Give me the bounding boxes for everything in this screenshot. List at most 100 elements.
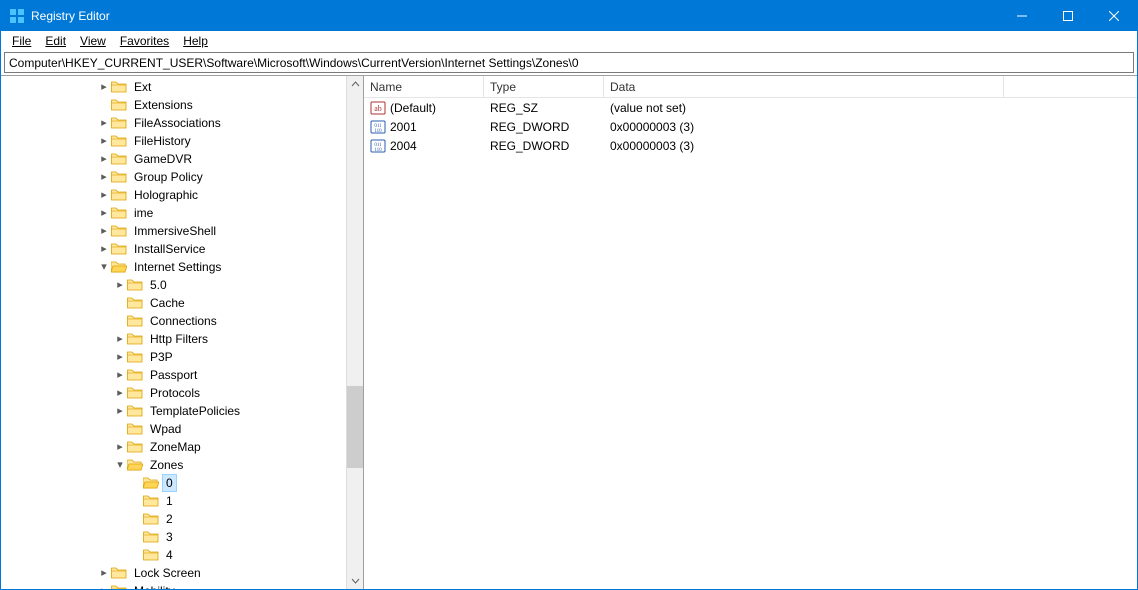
column-header-name[interactable]: Name <box>364 76 484 97</box>
folder-icon <box>127 350 143 364</box>
expand-icon[interactable]: ▸ <box>97 190 111 201</box>
tree-item[interactable]: ▸ TemplatePolicies <box>1 402 363 420</box>
tree-item[interactable]: 3 <box>1 528 363 546</box>
tree-item-label: TemplatePolicies <box>146 402 244 420</box>
tree-item[interactable]: ▸Lock Screen <box>1 564 363 582</box>
tree-item[interactable]: 4 <box>1 546 363 564</box>
tree-item[interactable]: ▸Group Policy <box>1 168 363 186</box>
value-row[interactable]: 0111102004REG_DWORD0x00000003 (3) <box>364 136 1137 155</box>
tree-item[interactable]: ▸ InstallService <box>1 240 363 258</box>
expand-icon[interactable]: ▸ <box>97 172 111 183</box>
tree-item[interactable]: Extensions <box>1 96 363 114</box>
expand-icon[interactable]: ▸ <box>113 280 127 291</box>
svg-text:110: 110 <box>374 148 382 153</box>
tree-item[interactable]: 0 <box>1 474 363 492</box>
folder-icon <box>127 296 143 310</box>
folder-icon <box>111 224 127 238</box>
column-header-data[interactable]: Data <box>604 76 1004 97</box>
tree-item-label: Holographic <box>130 186 202 204</box>
menu-help[interactable]: Help <box>176 33 215 49</box>
expand-icon[interactable]: ▸ <box>113 370 127 381</box>
scroll-thumb[interactable] <box>347 386 363 468</box>
menubar: File Edit View Favorites Help <box>1 31 1137 51</box>
expand-icon[interactable]: ▸ <box>113 388 127 399</box>
scroll-track[interactable] <box>347 93 363 572</box>
maximize-button[interactable] <box>1045 1 1091 31</box>
address-text: Computer\HKEY_CURRENT_USER\Software\Micr… <box>9 56 579 70</box>
tree-item[interactable]: 1 <box>1 492 363 510</box>
tree-item[interactable]: ▸FileAssociations <box>1 114 363 132</box>
scroll-down-button[interactable] <box>347 572 363 589</box>
value-type: REG_DWORD <box>484 139 604 153</box>
expand-icon[interactable]: ▸ <box>113 352 127 363</box>
tree-item[interactable]: ▾Zones <box>1 456 363 474</box>
tree-item[interactable]: ▸ImmersiveShell <box>1 222 363 240</box>
tree-item[interactable]: ▸ZoneMap <box>1 438 363 456</box>
tree-item[interactable]: ▸ P3P <box>1 348 363 366</box>
folder-icon <box>111 188 127 202</box>
string-value-icon: ab <box>370 100 386 116</box>
tree-item[interactable]: ▸ Holographic <box>1 186 363 204</box>
registry-tree[interactable]: ▸ExtExtensions▸FileAssociations▸FileHist… <box>1 76 363 589</box>
tree-item-label: Protocols <box>146 384 204 402</box>
value-row[interactable]: ab(Default)REG_SZ(value not set) <box>364 98 1137 117</box>
tree-item[interactable]: Cache <box>1 294 363 312</box>
titlebar[interactable]: Registry Editor <box>1 1 1137 31</box>
expand-icon[interactable]: ▸ <box>113 406 127 417</box>
expand-icon[interactable]: ▸ <box>97 118 111 129</box>
value-row[interactable]: 0111102001REG_DWORD0x00000003 (3) <box>364 117 1137 136</box>
values-pane: Name Type Data ab(Default)REG_SZ(value n… <box>364 76 1137 589</box>
tree-item[interactable]: Connections <box>1 312 363 330</box>
tree-item[interactable]: 2 <box>1 510 363 528</box>
tree-scrollbar[interactable] <box>346 76 363 589</box>
menu-edit[interactable]: Edit <box>38 33 73 49</box>
tree-item[interactable]: ▸5.0 <box>1 276 363 294</box>
expand-icon[interactable]: ▸ <box>97 568 111 579</box>
address-bar[interactable]: Computer\HKEY_CURRENT_USER\Software\Micr… <box>4 52 1134 73</box>
tree-item-label: GameDVR <box>130 150 196 168</box>
tree-item[interactable]: ▸FileHistory <box>1 132 363 150</box>
expand-icon[interactable]: ▸ <box>97 208 111 219</box>
tree-item[interactable]: ▾Internet Settings <box>1 258 363 276</box>
menu-favorites[interactable]: Favorites <box>113 33 176 49</box>
expand-icon[interactable]: ▸ <box>97 136 111 147</box>
svg-text:110: 110 <box>374 129 382 134</box>
tree-item[interactable]: ▸Http Filters <box>1 330 363 348</box>
folder-icon <box>111 152 127 166</box>
tree-item[interactable]: ▸Ext <box>1 78 363 96</box>
tree-item[interactable]: ▸ Protocols <box>1 384 363 402</box>
expand-icon[interactable]: ▸ <box>113 442 127 453</box>
expand-icon[interactable]: ▸ <box>97 226 111 237</box>
tree-item-label: P3P <box>146 348 177 366</box>
close-button[interactable] <box>1091 1 1137 31</box>
collapse-icon[interactable]: ▾ <box>97 262 111 273</box>
folder-icon <box>111 170 127 184</box>
column-header-type[interactable]: Type <box>484 76 604 97</box>
folder-icon <box>127 314 143 328</box>
menu-file[interactable]: File <box>5 33 38 49</box>
tree-item[interactable]: ▸ime <box>1 204 363 222</box>
tree-item[interactable]: ▸Mobility <box>1 582 363 589</box>
value-name: 2001 <box>390 120 417 134</box>
tree-item-label: 3 <box>162 528 177 546</box>
tree-item[interactable]: ▸Passport <box>1 366 363 384</box>
expand-icon[interactable]: ▸ <box>97 586 111 590</box>
tree-item[interactable]: Wpad <box>1 420 363 438</box>
expand-icon[interactable]: ▸ <box>97 82 111 93</box>
tree-item[interactable]: ▸ GameDVR <box>1 150 363 168</box>
expand-icon[interactable]: ▸ <box>113 334 127 345</box>
content-area: ▸ExtExtensions▸FileAssociations▸FileHist… <box>1 75 1137 589</box>
collapse-icon[interactable]: ▾ <box>113 460 127 471</box>
scroll-up-button[interactable] <box>347 76 363 93</box>
tree-pane: ▸ExtExtensions▸FileAssociations▸FileHist… <box>1 76 364 589</box>
folder-icon <box>111 242 127 256</box>
folder-icon <box>143 512 159 526</box>
minimize-button[interactable] <box>999 1 1045 31</box>
values-list[interactable]: ab(Default)REG_SZ(value not set)01111020… <box>364 98 1137 589</box>
tree-item-label: InstallService <box>130 240 209 258</box>
tree-item-label: 0 <box>162 474 177 492</box>
expand-icon[interactable]: ▸ <box>97 154 111 165</box>
value-name: (Default) <box>390 101 436 115</box>
menu-view[interactable]: View <box>73 33 113 49</box>
expand-icon[interactable]: ▸ <box>97 244 111 255</box>
